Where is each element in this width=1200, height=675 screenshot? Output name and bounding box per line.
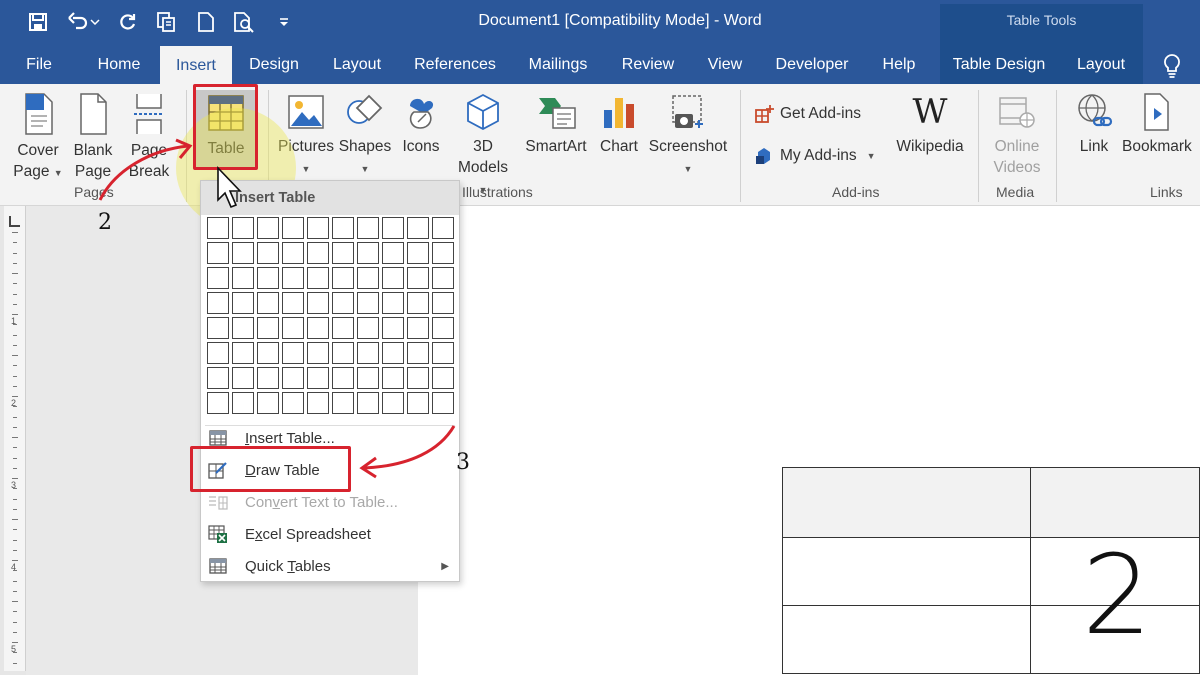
mouse-cursor-icon bbox=[217, 166, 242, 209]
step-3-label: 3 bbox=[456, 450, 470, 475]
step-2-label: 2 bbox=[98, 210, 112, 235]
arrow-to-draw-table bbox=[363, 425, 456, 470]
annotation-arrows bbox=[98, 138, 456, 479]
arrow-to-table bbox=[98, 144, 189, 201]
arrow-head bbox=[175, 138, 193, 159]
